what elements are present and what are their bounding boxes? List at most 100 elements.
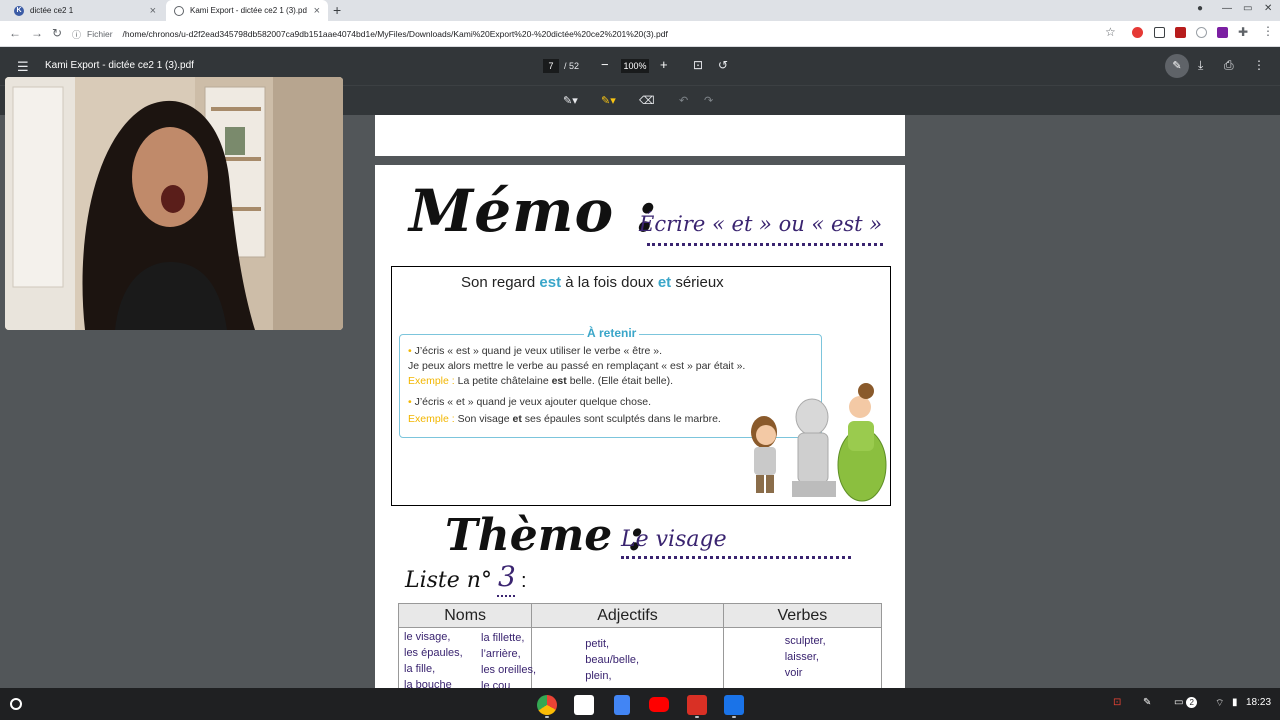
battery-icon[interactable]: ▮ — [1232, 697, 1238, 708]
notification-count: 2 — [1186, 697, 1198, 708]
theme-title: Thème : — [445, 510, 644, 561]
word: le visage, — [404, 631, 451, 643]
header-adjectifs: Adjectifs — [531, 603, 724, 628]
extension-icon[interactable] — [1196, 27, 1207, 38]
globe-icon — [174, 5, 184, 16]
rule1-line1: • J’écris « est » quand je veux utiliser… — [408, 345, 663, 357]
noms-cell: le visage, les épaules, la fille, la bou… — [397, 627, 536, 688]
rule1-line2: Je peux alors mettre le verbe au passé e… — [408, 360, 746, 372]
url-text: /home/chronos/u-d2f2ead345798db582007ca9… — [122, 29, 668, 39]
youtube-icon[interactable] — [649, 697, 669, 712]
header-noms: Noms — [397, 603, 533, 628]
close-tab-icon[interactable]: × — [314, 5, 320, 17]
dotted-underline — [621, 556, 851, 559]
hamburger-menu-icon[interactable]: ☰ — [17, 59, 29, 75]
word: la fille, — [404, 663, 436, 675]
gmail-icon[interactable] — [574, 695, 594, 715]
extension-icon[interactable] — [1217, 27, 1228, 38]
forward-icon[interactable]: → — [31, 26, 43, 40]
dotted-underline — [497, 595, 515, 597]
shield-extension-icon[interactable] — [1175, 27, 1186, 38]
undo-icon[interactable]: ↶ — [679, 94, 688, 107]
pen-tool-icon[interactable]: ✎▾ — [563, 94, 578, 107]
memo-box: Son regard est à la fois doux et sérieux… — [391, 266, 891, 506]
notification-tray[interactable]: ▭ 2 — [1174, 697, 1198, 708]
eraser-icon[interactable]: ⌫ — [639, 94, 655, 107]
webcam-video — [5, 77, 343, 330]
liste-number: 3 — [498, 560, 516, 593]
word: petit, — [585, 638, 610, 650]
pdf-title: Kami Export - dictée ce2 1 (3).pdf — [45, 60, 194, 71]
zoom-in-button[interactable]: + — [660, 57, 668, 72]
wifi-icon[interactable]: ⌔ — [1215, 697, 1224, 710]
word: laisser, — [784, 651, 819, 663]
webcam-overlay[interactable] — [5, 77, 343, 330]
example-sentence: Son regard est à la fois doux et sérieux — [461, 274, 724, 291]
browser-toolbar: ← → ↻ ⓘ Fichier /home/chronos/u-d2f2ead3… — [0, 21, 1280, 47]
maximize-icon[interactable]: ▭ — [1243, 3, 1252, 14]
liste-colon: : — [521, 570, 527, 592]
print-icon[interactable]: ⎙ — [1224, 58, 1234, 73]
redo-icon[interactable]: ↷ — [704, 94, 713, 107]
zoom-out-button[interactable]: − — [601, 57, 609, 72]
rule2-example: Exemple : Son visage et ses épaules sont… — [408, 413, 721, 425]
word: le cou — [481, 680, 511, 688]
tab-title: Kami Export - dictée ce2 1 (3).pd — [190, 6, 307, 15]
clock[interactable]: 18:23 — [1246, 697, 1271, 708]
grid-extension-icon[interactable] — [1154, 27, 1165, 38]
close-tab-icon[interactable]: × — [150, 5, 156, 17]
tab-search-icon[interactable]: ● — [1197, 3, 1203, 14]
retenir-title: À retenir — [584, 326, 640, 340]
word: plein, — [585, 670, 612, 682]
page-total: / 52 — [564, 61, 580, 71]
docs-icon[interactable] — [614, 695, 630, 715]
stylus-tools-icon[interactable]: ✎ — [1143, 697, 1151, 708]
files-icon[interactable] — [724, 695, 744, 715]
liste-label: Liste n° — [405, 568, 492, 593]
word: la bouche — [404, 679, 452, 688]
tab-kami-export[interactable]: Kami Export - dictée ce2 1 (3).pd × — [166, 0, 328, 21]
word: voir — [784, 667, 803, 679]
back-icon[interactable]: ← — [9, 26, 21, 40]
fit-page-icon[interactable]: ⊡ — [693, 58, 703, 72]
app-running-indicator — [545, 716, 549, 718]
gallery-icon[interactable] — [687, 695, 707, 715]
screen-record-icon[interactable]: ⊡ — [1113, 697, 1121, 708]
word: sculpter, — [784, 635, 826, 647]
bookmark-star-icon[interactable]: ☆ — [1105, 25, 1116, 39]
launcher-icon[interactable] — [10, 698, 22, 710]
word: les épaules, — [404, 647, 463, 659]
adjectifs-cell: petit, beau/belle, plein, — [531, 627, 724, 688]
close-window-icon[interactable]: ✕ — [1264, 3, 1272, 14]
download-icon[interactable]: ⤓ — [1198, 58, 1203, 73]
more-options-icon[interactable]: ⋮ — [1253, 58, 1265, 72]
shelf: ⊡ ✎ ▭ 2 ⌔ ▮ 18:23 — [0, 688, 1280, 720]
word-table: Noms Adjectifs Verbes le visage, les épa… — [397, 603, 883, 688]
dotted-underline — [647, 243, 883, 246]
verbes-cell: sculpter, laisser, voir — [722, 627, 883, 688]
highlighter-tool-icon[interactable]: ✎▾ — [601, 94, 616, 107]
kami-favicon-icon: K — [14, 5, 24, 16]
sculpture-illustration — [751, 383, 887, 502]
minimize-icon[interactable]: — — [1222, 3, 1232, 14]
tab-dictee[interactable]: K dictée ce2 1 × — [6, 0, 164, 21]
address-bar[interactable]: ⓘ Fichier /home/chronos/u-d2f2ead345798d… — [72, 24, 1122, 44]
extension-icon[interactable] — [1132, 27, 1143, 38]
annotate-pen-button[interactable]: ✎ — [1165, 54, 1189, 78]
memo-title: Mémo : — [409, 177, 658, 245]
reload-icon[interactable]: ↻ — [52, 26, 62, 40]
new-tab-button[interactable]: + — [333, 2, 341, 18]
theme-subtitle: Le visage — [621, 527, 727, 552]
zoom-input[interactable]: 100% — [621, 59, 649, 73]
extensions-puzzle-icon[interactable]: ✚ — [1238, 25, 1248, 39]
menu-kebab-icon[interactable]: ⋮ — [1262, 24, 1274, 38]
rotate-icon[interactable]: ↺ — [718, 58, 728, 72]
word: l’arrière, — [481, 648, 521, 660]
tab-strip: K dictée ce2 1 × Kami Export - dictée ce… — [0, 0, 1280, 21]
info-icon[interactable]: ⓘ — [72, 28, 81, 41]
word: la fillette, — [481, 632, 525, 644]
page-number-input[interactable]: 7 — [543, 59, 559, 73]
app-running-indicator — [732, 716, 736, 718]
app-running-indicator — [695, 716, 699, 718]
chrome-icon[interactable] — [537, 695, 557, 715]
